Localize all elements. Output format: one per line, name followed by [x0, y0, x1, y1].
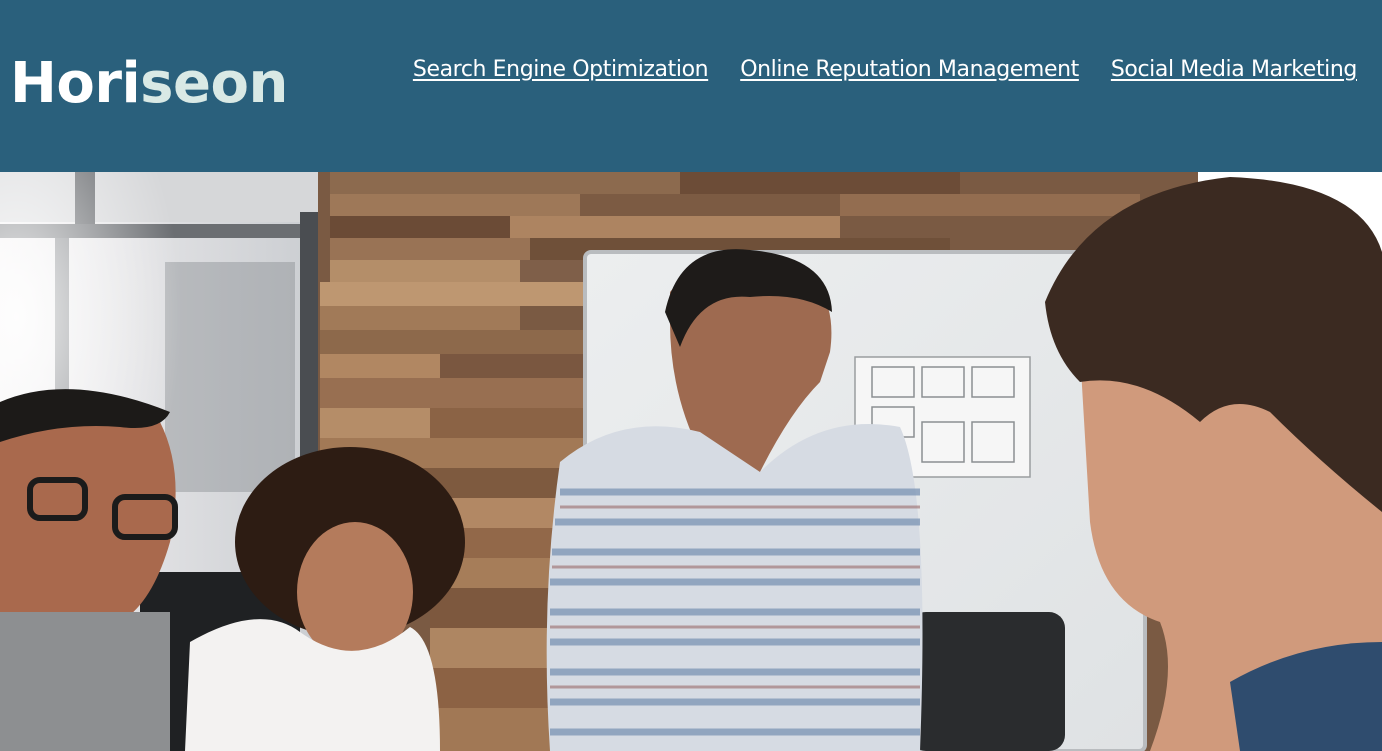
site-header: Horiseon Search Engine Optimization Onli…	[0, 0, 1382, 172]
hero-image	[0, 172, 1382, 751]
site-logo[interactable]: Horiseon	[10, 52, 288, 116]
nav-link-reputation[interactable]: Online Reputation Management	[740, 56, 1079, 84]
logo-text-accent: seon	[140, 51, 288, 116]
nav-link-social[interactable]: Social Media Marketing	[1111, 56, 1358, 84]
team-meeting-photo	[0, 172, 1382, 751]
main-nav: Search Engine Optimization Online Reputa…	[413, 56, 1358, 84]
nav-link-seo[interactable]: Search Engine Optimization	[413, 56, 709, 84]
logo-text-primary: Hori	[10, 51, 141, 116]
